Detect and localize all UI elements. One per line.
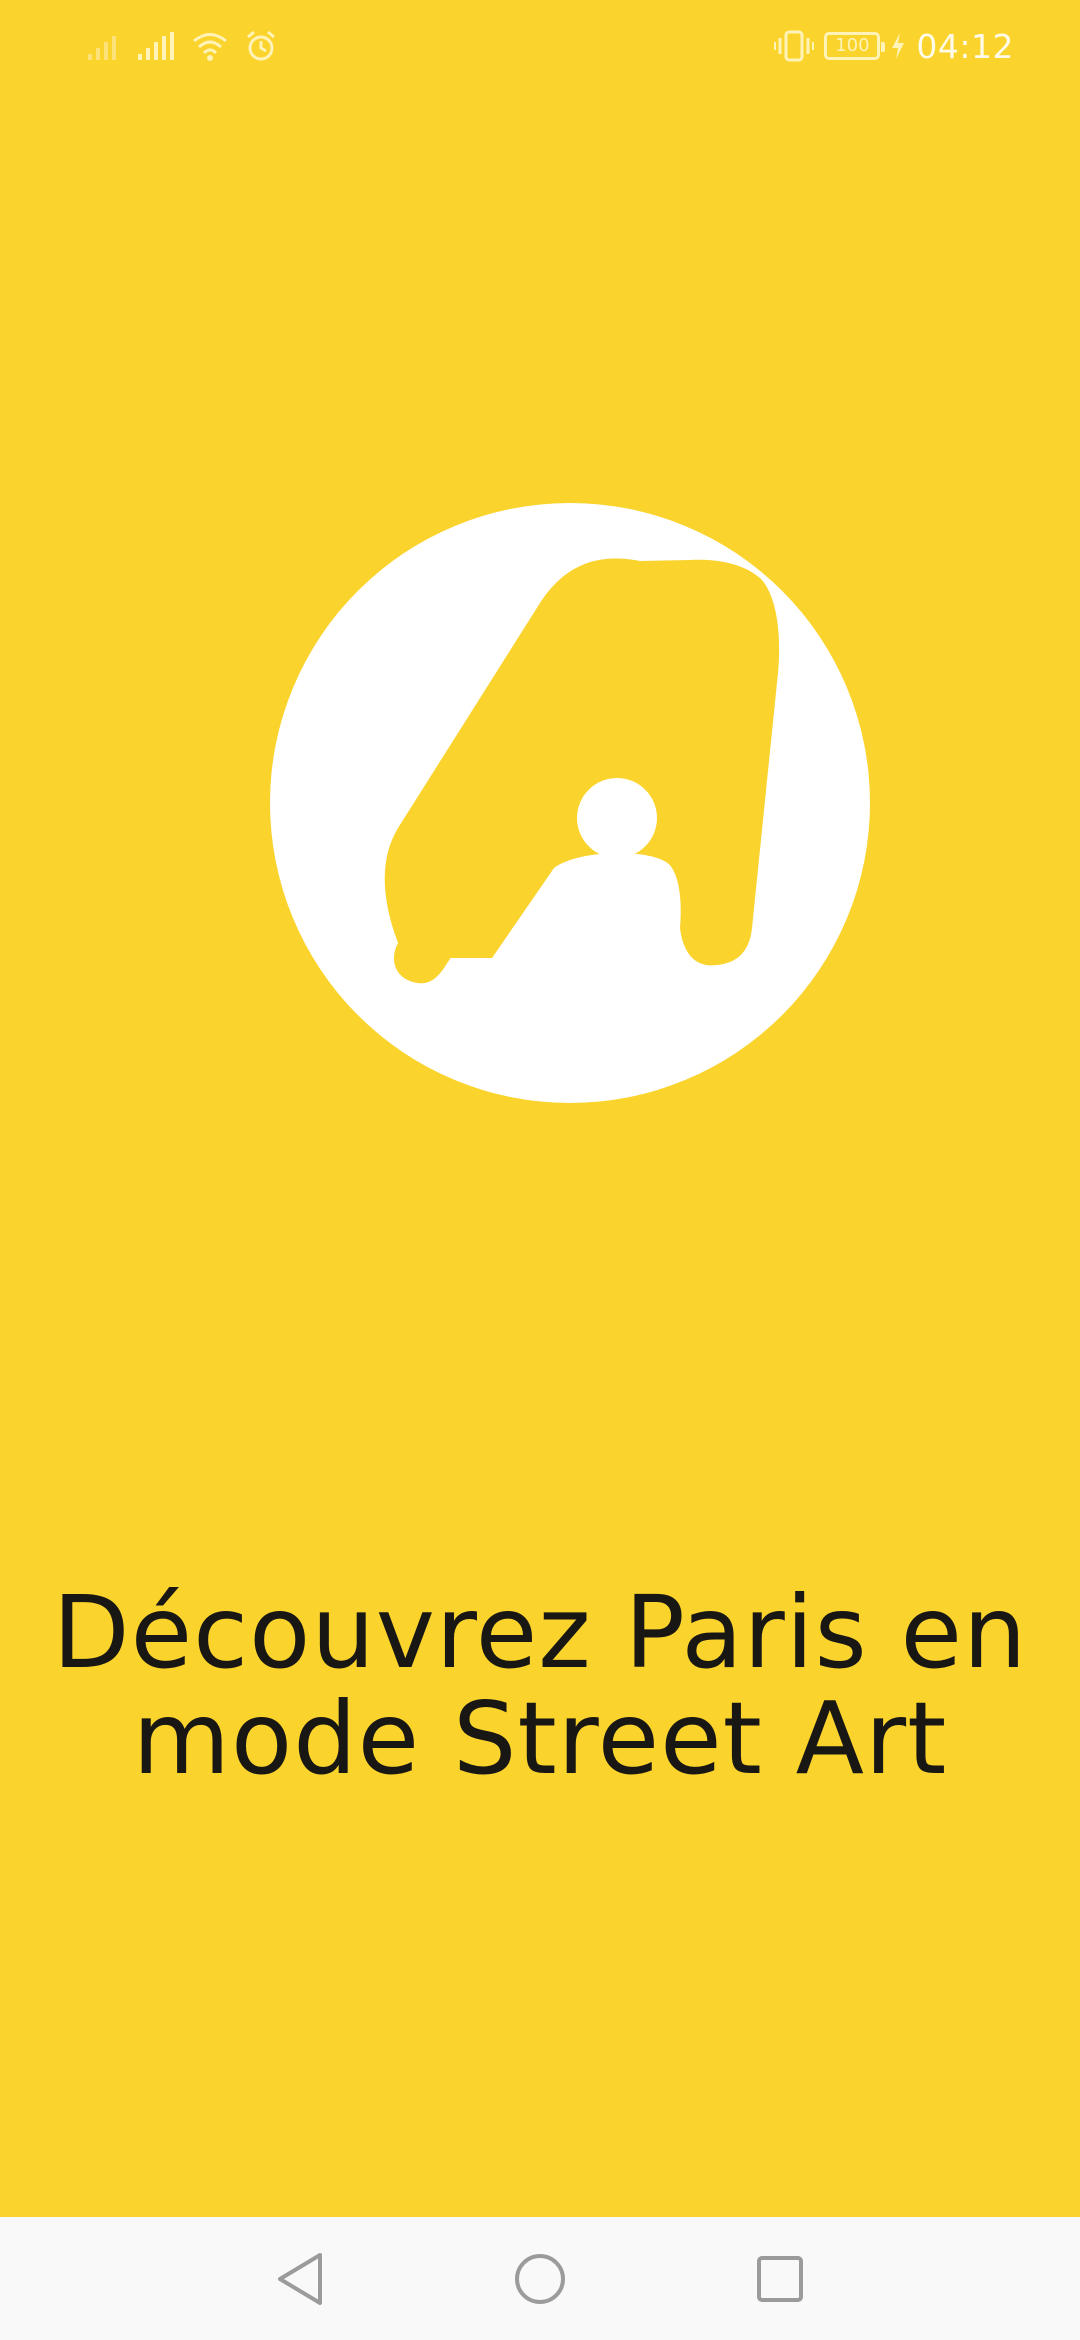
home-button[interactable] <box>500 2239 580 2319</box>
charging-icon <box>892 33 905 59</box>
battery-level: 100 <box>835 35 870 56</box>
status-icons-left <box>86 24 278 68</box>
back-button[interactable] <box>260 2239 340 2319</box>
recents-icon <box>757 2256 803 2302</box>
letter-a-logo-icon <box>270 503 870 1103</box>
battery-icon: 100 <box>824 32 886 60</box>
recents-button[interactable] <box>740 2239 820 2319</box>
alarm-icon <box>247 30 275 61</box>
status-bar: 100 04:12 <box>0 0 1080 92</box>
back-icon <box>278 2253 322 2305</box>
signal-icon <box>88 36 116 60</box>
vibrate-icon <box>774 30 815 62</box>
signal-icon <box>138 32 174 60</box>
status-icons-right: 100 04:12 <box>774 24 1014 68</box>
home-icon <box>515 2254 565 2304</box>
wifi-icon <box>193 33 227 61</box>
navigation-bar <box>0 2217 1080 2340</box>
status-time: 04:12 <box>916 26 1014 66</box>
app-logo <box>270 503 870 1103</box>
tagline: Découvrez Paris en mode Street Art <box>52 1574 1028 1797</box>
